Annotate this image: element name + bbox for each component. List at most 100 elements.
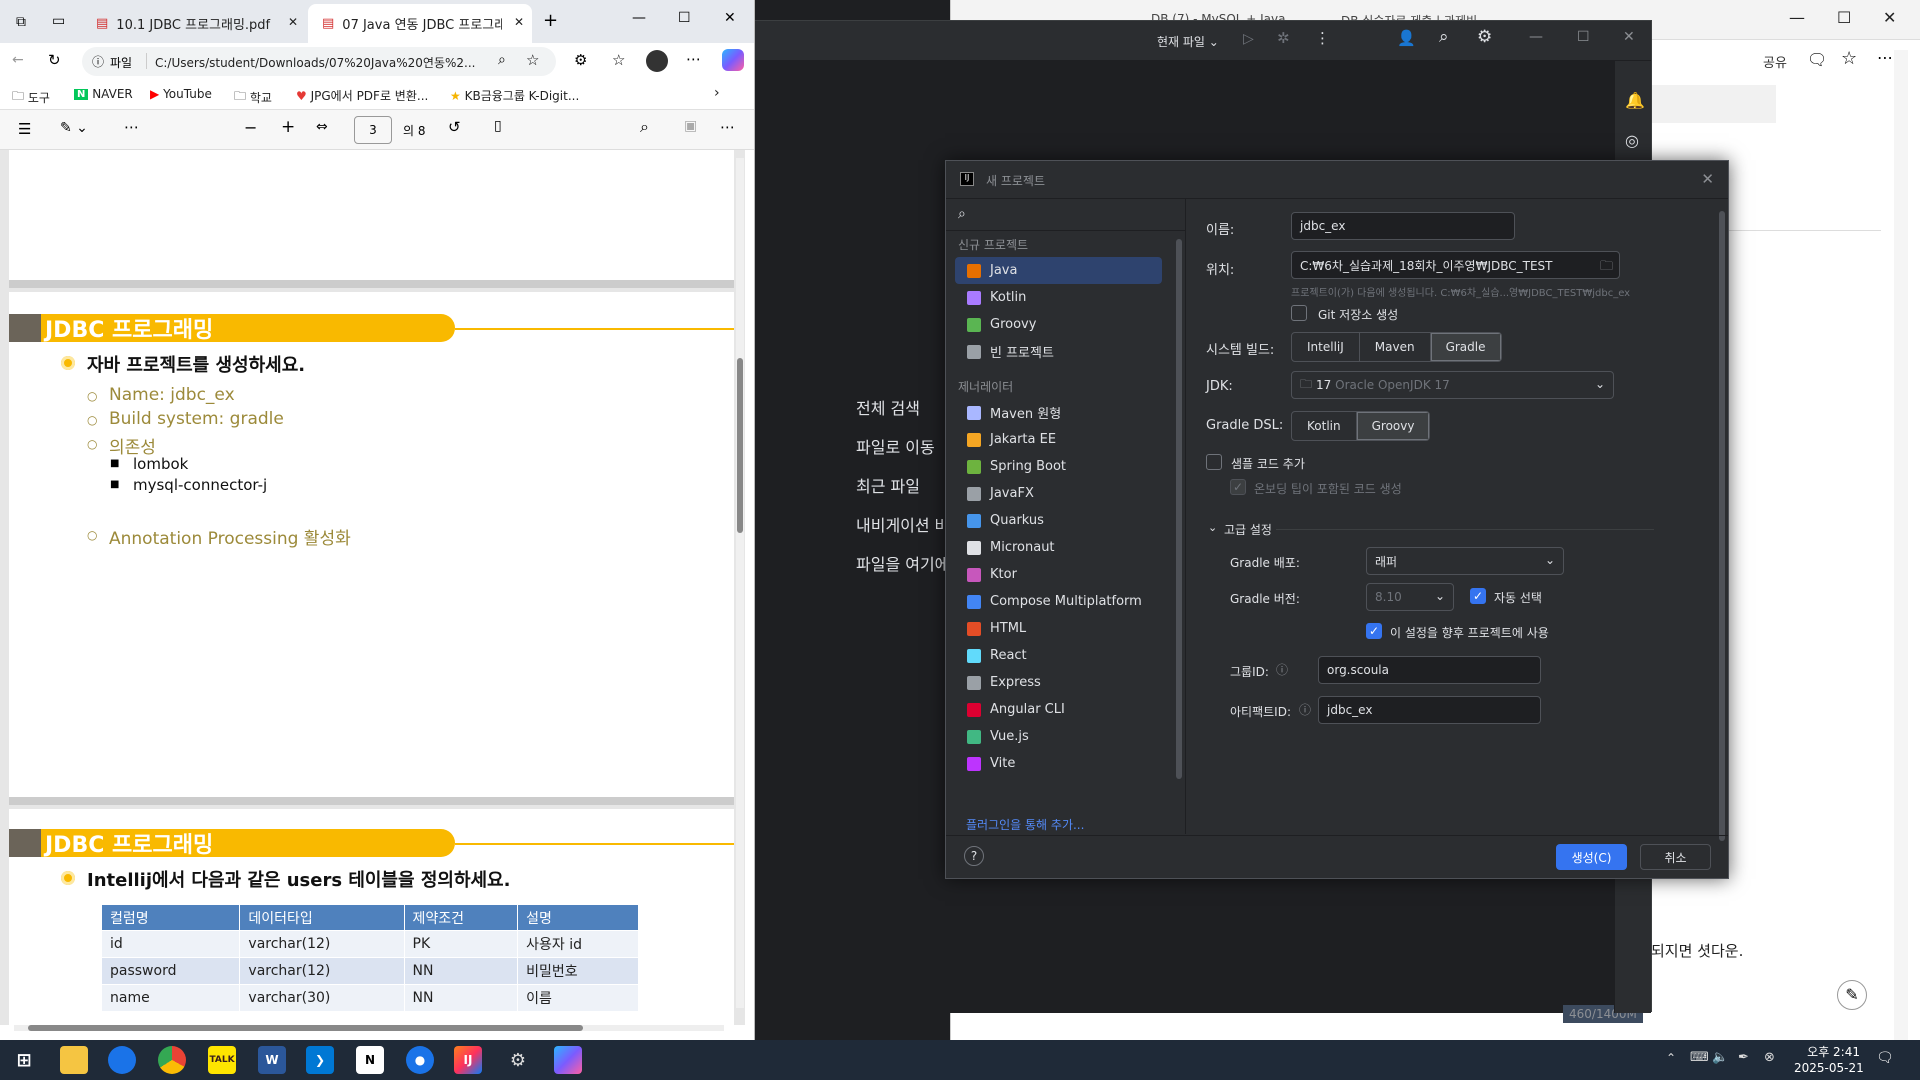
project-type-jakarta-ee[interactable]: Jakarta EE — [955, 426, 1162, 453]
profile-avatar[interactable] — [646, 50, 668, 72]
close-icon[interactable]: ✕ — [724, 10, 736, 26]
project-type-react[interactable]: React — [955, 642, 1162, 669]
jdk-dropdown[interactable]: 🗀 17 Oracle OpenJDK 17 ⌄ — [1291, 371, 1614, 399]
project-type-search[interactable]: ⌕ — [946, 199, 1185, 231]
run-config-selector[interactable]: 현재 파일 ⌄ — [1157, 33, 1219, 50]
gradle-dist-dropdown[interactable]: 래퍼 ⌄ — [1366, 547, 1564, 575]
auto-select-checkbox[interactable]: ✓ — [1470, 588, 1486, 604]
save-icon[interactable]: ▣ — [684, 118, 697, 134]
advanced-chevron-icon[interactable]: ⌄ — [1208, 521, 1217, 534]
pen-icon[interactable]: ✒ — [1738, 1050, 1749, 1065]
location-field[interactable]: C:₩6차_실습과제_18회차_이주영₩JDBC_TEST 🗀 — [1291, 251, 1620, 279]
cancel-button[interactable]: 취소 — [1640, 844, 1711, 870]
word-icon[interactable]: W — [258, 1046, 286, 1074]
favorite-star-icon[interactable]: ☆ — [526, 51, 539, 69]
artifact-id-field[interactable]: jdbc_ex — [1318, 696, 1541, 724]
tab-actions-icon[interactable]: ▭ — [52, 13, 65, 29]
copilot-icon[interactable] — [554, 1046, 582, 1074]
minimize-icon[interactable]: — — [1789, 8, 1805, 27]
project-type-html[interactable]: HTML — [955, 615, 1162, 642]
help-icon[interactable]: ? — [964, 846, 984, 866]
project-type-quarkus[interactable]: Quarkus — [955, 507, 1162, 534]
ide-close-icon[interactable]: ✕ — [1623, 29, 1635, 45]
chrome-icon[interactable] — [158, 1046, 186, 1074]
edge-icon[interactable] — [108, 1046, 136, 1074]
notion-icon[interactable]: N — [356, 1046, 384, 1074]
settings-icon[interactable]: ⚙ — [504, 1046, 532, 1074]
star-icon[interactable]: ☆ — [1841, 48, 1857, 69]
bookmark-school[interactable]: 🗀 학교 — [234, 87, 272, 108]
debug-icon[interactable]: ✲ — [1277, 29, 1290, 47]
zoom-icon[interactable]: ⌕ — [498, 52, 506, 68]
ide-minimize-icon[interactable]: — — [1529, 29, 1543, 45]
project-type-javafx[interactable]: JavaFX — [955, 480, 1162, 507]
page-view-icon[interactable]: ▯ — [494, 118, 502, 134]
contents-icon[interactable]: ☰ — [18, 120, 31, 138]
close-icon[interactable]: ✕ — [1883, 8, 1896, 27]
doc-scrollbar[interactable] — [1894, 50, 1908, 1040]
project-type-angular-cli[interactable]: Angular CLI — [955, 696, 1162, 723]
tab-close-icon[interactable]: ✕ — [288, 15, 298, 29]
project-type-vite[interactable]: Vite — [955, 750, 1162, 777]
back-icon[interactable]: ← — [12, 52, 24, 68]
list-scrollbar[interactable] — [1176, 239, 1182, 779]
favorites-icon[interactable]: ☆ — [612, 51, 625, 69]
tab-close-icon[interactable]: ✕ — [514, 15, 524, 29]
rotate-icon[interactable]: ↺ — [448, 118, 461, 136]
scroll-thumb[interactable] — [737, 358, 743, 533]
status-icon[interactable]: ⊗ — [1764, 1050, 1775, 1065]
project-type-java[interactable]: Java — [955, 257, 1162, 284]
search-icon[interactable]: ⌕ — [1439, 27, 1449, 47]
ai-assistant-icon[interactable]: ◎ — [1625, 131, 1639, 150]
more-icon[interactable]: ⋯ — [720, 118, 735, 136]
git-checkbox[interactable] — [1291, 305, 1307, 321]
more-icon[interactable]: ⋯ — [686, 50, 701, 68]
notification-center-icon[interactable]: 🗨 — [1876, 1050, 1894, 1066]
notifications-icon[interactable]: 🔔 — [1625, 91, 1645, 110]
project-type-compose-multiplatform[interactable]: Compose Multiplatform — [955, 588, 1162, 615]
project-type-maven-[interactable]: Maven 원형 — [955, 399, 1162, 426]
run-icon[interactable]: ▷ — [1243, 31, 1254, 47]
pdf-horizontal-scrollbar-track[interactable] — [14, 1025, 724, 1031]
project-type-groovy[interactable]: Groovy — [955, 311, 1162, 338]
project-type-ktor[interactable]: Ktor — [955, 561, 1162, 588]
network-icon[interactable]: ⌨ — [1690, 1050, 1709, 1065]
more-icon[interactable]: ⋯ — [1877, 48, 1893, 67]
fit-page-icon[interactable]: ⇔ — [316, 119, 328, 135]
use-future-checkbox[interactable]: ✓ — [1366, 623, 1382, 639]
sample-code-checkbox[interactable] — [1206, 454, 1222, 470]
page-number-input[interactable]: 3 — [354, 116, 392, 144]
dsl-option-kotlin[interactable]: Kotlin — [1292, 412, 1357, 440]
create-button[interactable]: 생성(C) — [1556, 844, 1627, 870]
dialog-close-icon[interactable]: ✕ — [1701, 170, 1714, 188]
comment-icon[interactable]: 🗨 — [1807, 50, 1827, 69]
browser-tab-1[interactable]: ▤ 10.1 JDBC 프로그래밍.pdf ✕ — [82, 4, 304, 43]
share-button[interactable]: 공유 — [1763, 52, 1787, 71]
bookmark-kb[interactable]: ★ KB금융그룹 K-Digit... — [450, 87, 579, 104]
new-tab-icon[interactable]: + — [543, 10, 558, 31]
address-bar[interactable]: ⓘ 파일 C:/Users/student/Downloads/07%20Jav… — [82, 47, 556, 76]
help-icon[interactable]: ⓘ — [1276, 661, 1288, 678]
refresh-icon[interactable]: ↻ — [48, 51, 61, 69]
chevron-right-icon[interactable]: › — [714, 85, 720, 101]
project-type-express[interactable]: Express — [955, 669, 1162, 696]
project-type-micronaut[interactable]: Micronaut — [955, 534, 1162, 561]
clock-date[interactable]: 2025-05-21 — [1794, 1061, 1864, 1075]
project-type-kotlin[interactable]: Kotlin — [955, 284, 1162, 311]
build-option-intellij[interactable]: IntelliJ — [1292, 333, 1360, 361]
ide-maximize-icon[interactable]: ☐ — [1577, 29, 1590, 45]
maximize-icon[interactable]: ☐ — [678, 10, 691, 26]
kakaotalk-icon[interactable]: TALK — [208, 1046, 236, 1074]
clock-time[interactable]: 오후 2:41 — [1798, 1043, 1860, 1060]
copilot-icon[interactable] — [722, 49, 744, 71]
bookmark-jpg-pdf[interactable]: ♥ JPG에서 PDF로 변환... — [296, 87, 428, 104]
form-scrollbar[interactable] — [1719, 211, 1725, 841]
browse-folder-icon[interactable]: 🗀 — [1600, 257, 1613, 279]
pen-icon[interactable]: ✎ — [1837, 980, 1867, 1010]
browser-tab-2[interactable]: ▤ 07 Java 연동 JDBC 프로그래밍 ✕ — [308, 4, 532, 43]
more-tools-icon[interactable]: ⋯ — [124, 118, 139, 136]
group-id-field[interactable]: org.scoula — [1318, 656, 1541, 684]
draw-icon[interactable]: ✎ ⌄ — [60, 120, 88, 136]
add-user-icon[interactable]: 👤 — [1397, 29, 1416, 47]
maps-icon[interactable]: ● — [406, 1046, 434, 1074]
